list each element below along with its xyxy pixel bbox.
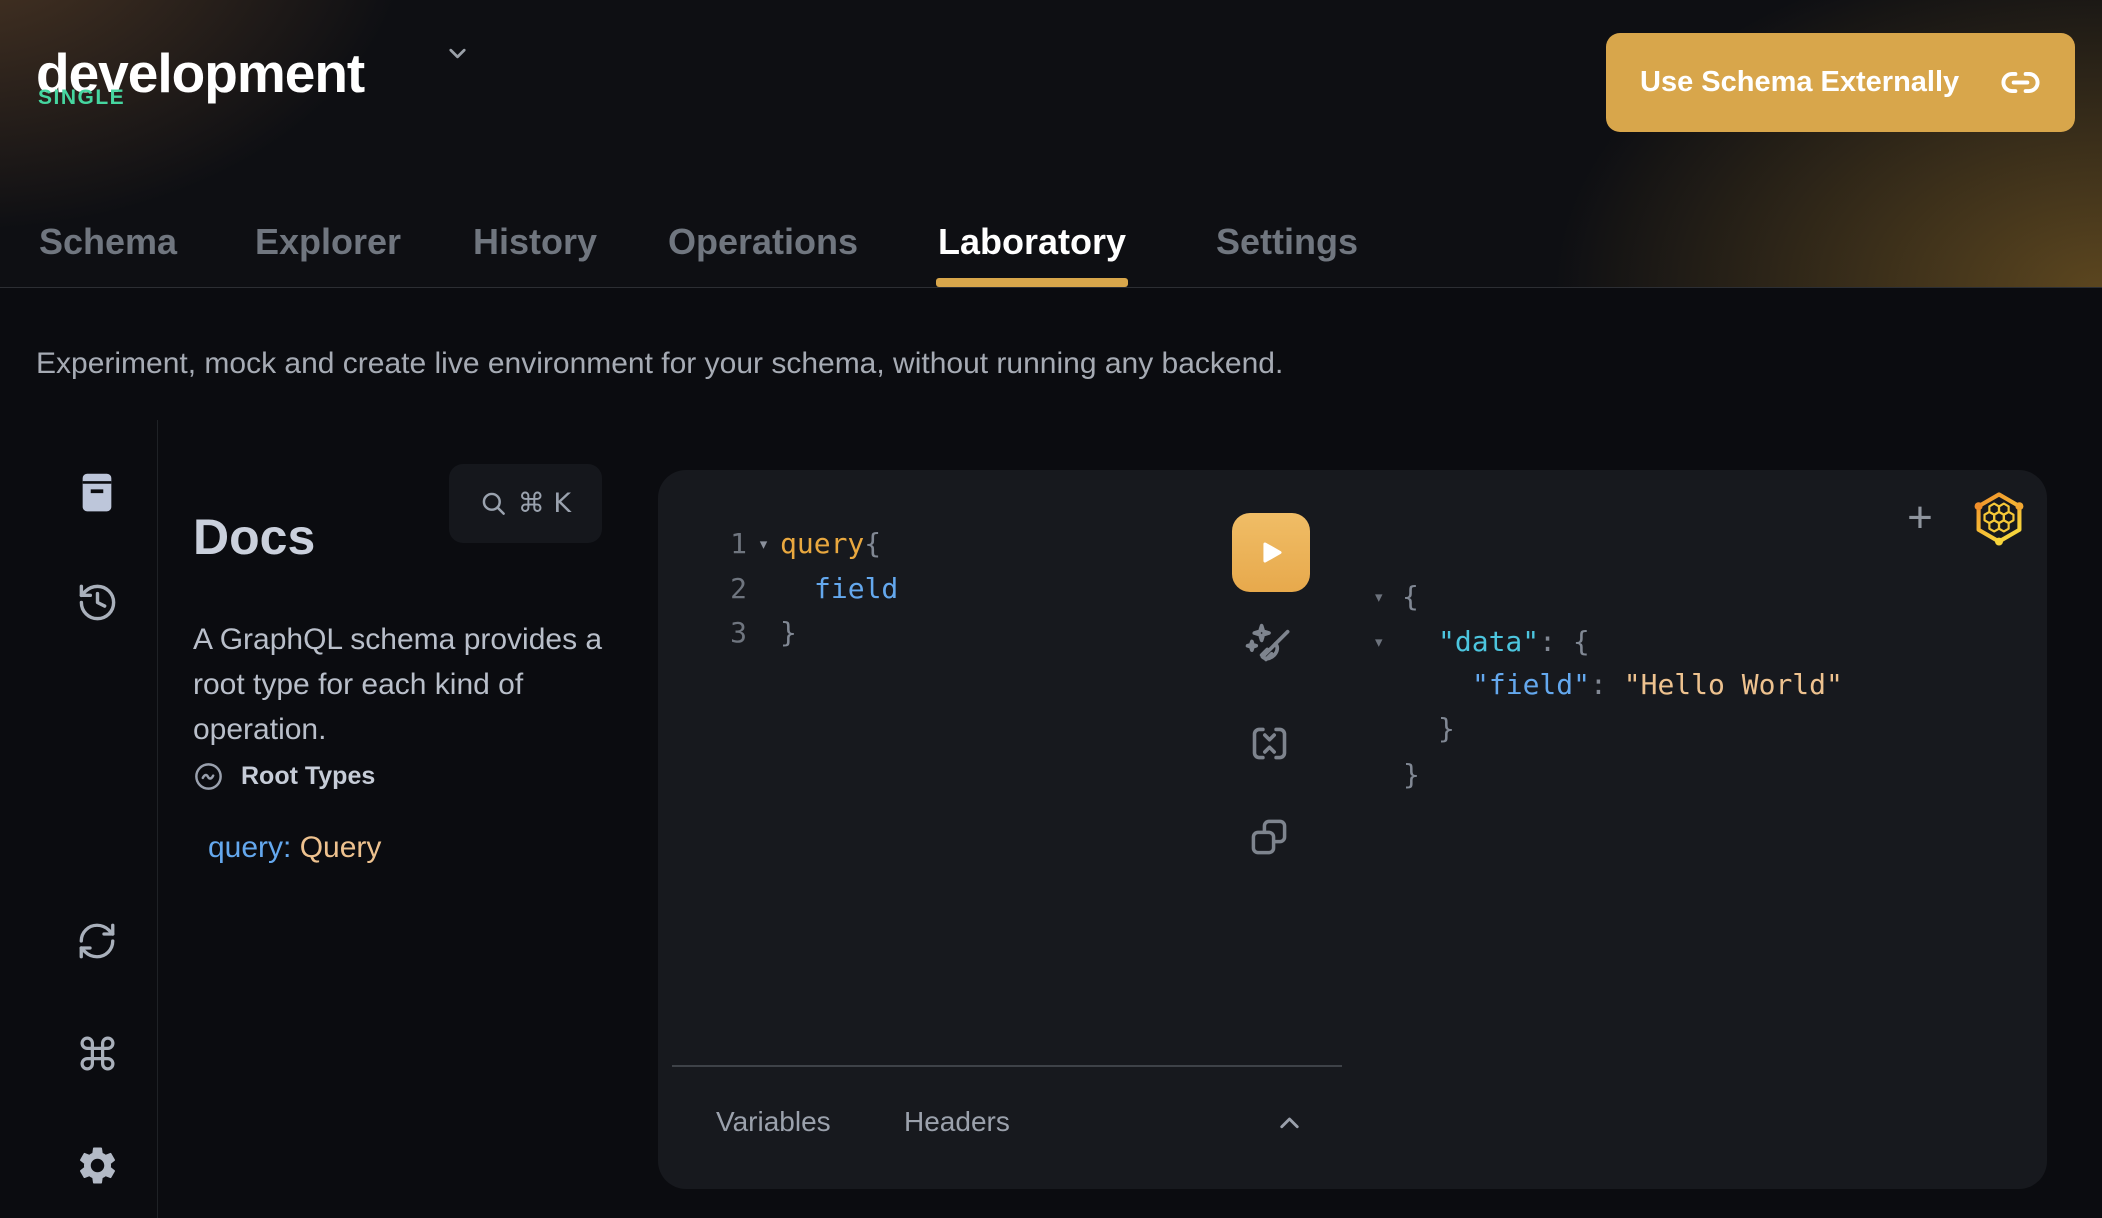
code-field: field	[814, 572, 898, 605]
target-selector-chevron[interactable]	[444, 40, 471, 67]
docs-description: A GraphQL schema provides a root type fo…	[193, 617, 617, 752]
use-schema-externally-button[interactable]: Use Schema Externally	[1606, 33, 2075, 132]
collapse-footer-button[interactable]	[1274, 1108, 1305, 1139]
docs-book-icon	[79, 471, 115, 514]
gear-icon	[75, 1143, 120, 1188]
root-field-separator: :	[283, 831, 300, 864]
root-field-query-link[interactable]: query: Query	[208, 831, 381, 865]
copy-icon	[1247, 815, 1291, 859]
tab-explorer[interactable]: Explorer	[253, 197, 403, 287]
tab-operations[interactable]: Operations	[666, 197, 860, 287]
sidebar-item-reload-schema[interactable]	[66, 910, 128, 972]
json-brace: }	[1403, 758, 1420, 791]
line-number: 2	[658, 572, 747, 605]
main-tabs: Schema Explorer History Operations Labor…	[0, 197, 2102, 287]
tab-schema[interactable]: Schema	[37, 197, 179, 287]
prettify-broom-icon	[1243, 620, 1295, 672]
command-icon	[77, 1033, 118, 1074]
fold-triangle-icon[interactable]: ▾	[747, 535, 780, 553]
root-field-type[interactable]: Query	[300, 831, 382, 864]
fold-triangle-icon[interactable]: ▾	[1375, 633, 1402, 651]
code-brace: }	[780, 616, 797, 649]
response-line: "field": "Hello World"	[1472, 662, 1843, 707]
refresh-icon	[76, 920, 118, 962]
search-shortcut-label: ⌘ K	[518, 488, 571, 519]
response-line: ▾ "data": {	[1375, 619, 1590, 664]
tab-laboratory[interactable]: Laboratory	[936, 197, 1128, 287]
chevron-up-icon	[1274, 1108, 1305, 1139]
execute-query-button[interactable]	[1232, 513, 1310, 592]
search-icon	[480, 490, 507, 517]
graphql-hive-logo-icon	[1970, 489, 2028, 547]
copy-query-button[interactable]	[1247, 815, 1291, 859]
sidebar-item-history[interactable]	[66, 571, 128, 633]
json-key: "field"	[1472, 668, 1590, 701]
editor-footer-divider	[672, 1065, 1342, 1067]
operation-panel: 1▾query{ 2field 3}	[658, 470, 2047, 1189]
link-icon	[2000, 62, 2041, 103]
response-line: ▾{	[1375, 574, 1419, 619]
json-brace: {	[1573, 625, 1590, 658]
use-schema-externally-label: Use Schema Externally	[1640, 66, 1959, 99]
target-mode-badge: SINGLE	[38, 86, 125, 110]
root-types-section: Root Types	[193, 761, 375, 792]
docs-search-button[interactable]: ⌘ K	[449, 464, 602, 543]
app-header: development SINGLE Use Schema Externally…	[0, 0, 2102, 288]
sidebar-divider	[157, 420, 158, 1218]
fold-triangle-icon[interactable]: ▾	[1375, 588, 1402, 606]
tab-headers[interactable]: Headers	[904, 1104, 1010, 1140]
root-types-icon	[193, 761, 224, 792]
sidebar-item-docs[interactable]	[66, 461, 128, 523]
tab-settings[interactable]: Settings	[1214, 197, 1360, 287]
new-operation-tab-button[interactable]: +	[1896, 494, 1944, 542]
json-colon: :	[1539, 625, 1573, 658]
editor-line: 3}	[658, 610, 797, 655]
editor-line: 2 field	[658, 566, 898, 611]
line-number: 3	[658, 616, 747, 649]
line-number: 1	[658, 527, 747, 560]
docs-heading: Docs	[193, 508, 315, 566]
history-icon	[76, 581, 119, 624]
root-types-label: Root Types	[241, 762, 375, 791]
chevron-down-icon	[444, 40, 471, 67]
json-string-value: "Hello World"	[1624, 668, 1843, 701]
code-keyword: query	[780, 527, 864, 560]
tab-history[interactable]: History	[471, 197, 599, 287]
tab-variables[interactable]: Variables	[716, 1104, 831, 1140]
page-subtitle: Experiment, mock and create live environ…	[36, 347, 1283, 381]
code-brace: {	[864, 527, 881, 560]
merge-fragments-button[interactable]	[1247, 721, 1292, 766]
sidebar-item-shortcuts[interactable]	[66, 1022, 128, 1084]
response-line: }	[1403, 752, 1420, 797]
json-brace: }	[1438, 712, 1455, 745]
json-key: "data"	[1438, 625, 1539, 658]
json-brace: {	[1402, 580, 1419, 613]
json-colon: :	[1590, 668, 1624, 701]
play-icon	[1256, 537, 1287, 568]
sidebar-item-settings[interactable]	[66, 1134, 128, 1196]
laboratory-page: development SINGLE Use Schema Externally…	[0, 0, 2102, 1218]
merge-icon	[1247, 721, 1292, 766]
root-field-name[interactable]: query	[208, 831, 283, 864]
prettify-query-button[interactable]	[1243, 620, 1295, 672]
editor-line: 1▾query{	[658, 521, 881, 566]
response-line: }	[1438, 706, 1455, 751]
